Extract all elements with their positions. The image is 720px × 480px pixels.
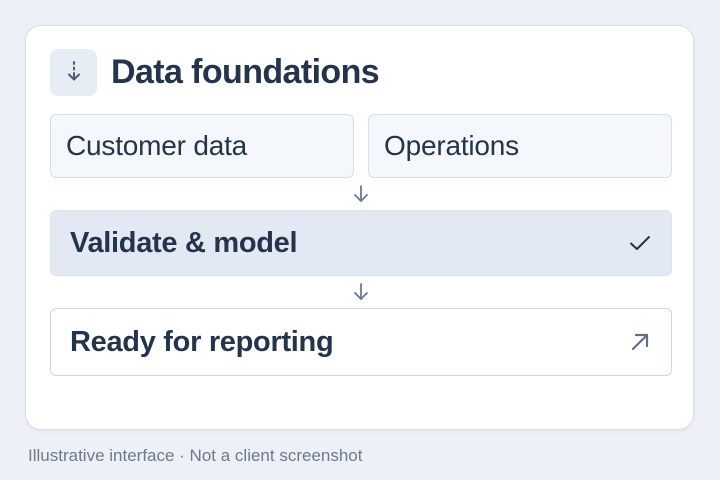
step-validate-model: Validate & model [50, 210, 672, 276]
source-operations: Operations [368, 114, 672, 178]
step-label: Ready for reporting [70, 325, 334, 358]
step-label: Validate & model [70, 226, 298, 259]
arrow-down-dotted-icon [50, 48, 97, 96]
arrow-down-icon [354, 185, 368, 202]
check-icon [630, 236, 650, 250]
data-foundations-card: Data foundations Customer data Operation… [25, 25, 694, 430]
step-ready-for-reporting[interactable]: Ready for reporting [50, 308, 672, 376]
card-header: Data foundations [50, 48, 380, 96]
source-customer-data: Customer data [50, 114, 354, 178]
footnote: Illustrative interface · Not a client sc… [28, 446, 363, 465]
arrow-up-right-icon[interactable] [627, 329, 653, 355]
card-title: Data foundations [111, 52, 380, 91]
arrow-down-icon [354, 283, 368, 300]
